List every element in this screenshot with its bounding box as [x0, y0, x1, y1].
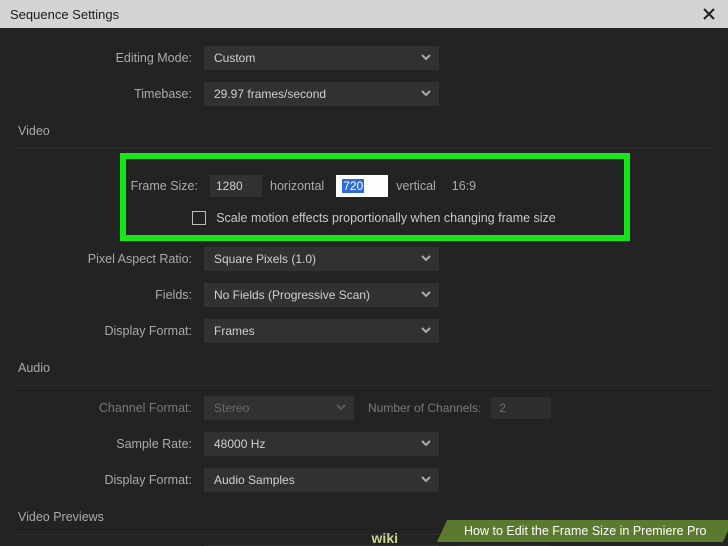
frame-width-input[interactable]: 1280 — [210, 175, 262, 197]
fields-value: No Fields (Progressive Scan) — [214, 288, 370, 302]
chevron-down-icon — [421, 252, 431, 266]
close-icon — [703, 8, 715, 20]
dialog-body: Editing Mode: Custom Timebase: 29.97 fra… — [0, 28, 728, 546]
watermark-text: How to Edit the Frame Size in Premiere P… — [464, 524, 706, 538]
fields-label: Fields: — [14, 288, 204, 302]
chevron-down-icon — [421, 473, 431, 487]
audio-display-format-row: Display Format: Audio Samples — [14, 468, 714, 492]
video-display-format-value: Frames — [214, 324, 255, 338]
audio-section-title: Audio — [18, 361, 714, 375]
audio-display-format-select[interactable]: Audio Samples — [204, 468, 439, 492]
timebase-select[interactable]: 29.97 frames/second — [204, 82, 439, 106]
frame-size-label: Frame Size: — [126, 179, 210, 193]
sequence-settings-window: Sequence Settings Editing Mode: Custom T… — [0, 0, 728, 546]
num-channels-label: Number of Channels: — [368, 401, 481, 415]
channel-format-label: Channel Format: — [14, 401, 204, 415]
scale-motion-label: Scale motion effects proportionally when… — [216, 211, 556, 225]
watermark-brand: wiki — [372, 530, 398, 546]
chevron-down-icon — [421, 87, 431, 101]
pixel-aspect-row: Pixel Aspect Ratio: Square Pixels (1.0) — [14, 247, 714, 271]
channel-format-row: Channel Format: Stereo Number of Channel… — [14, 396, 714, 420]
divider — [14, 148, 714, 149]
chevron-down-icon — [421, 51, 431, 65]
editing-mode-value: Custom — [214, 51, 255, 65]
scale-motion-row: Scale motion effects proportionally when… — [126, 211, 612, 225]
watermark: wiki How to Edit the Frame Size in Premi… — [442, 516, 728, 546]
video-display-format-label: Display Format: — [14, 324, 204, 338]
horizontal-label: horizontal — [270, 179, 324, 193]
close-button[interactable] — [700, 5, 718, 23]
titlebar: Sequence Settings — [0, 0, 728, 28]
scale-motion-checkbox[interactable] — [192, 211, 206, 225]
chevron-down-icon — [336, 401, 346, 415]
frame-size-row: Frame Size: 1280 horizontal 720 vertical… — [126, 175, 612, 197]
pixel-aspect-label: Pixel Aspect Ratio: — [14, 252, 204, 266]
editing-mode-label: Editing Mode: — [14, 51, 204, 65]
window-title: Sequence Settings — [10, 7, 119, 22]
editing-mode-select[interactable]: Custom — [204, 46, 439, 70]
audio-display-format-value: Audio Samples — [214, 473, 295, 487]
channel-format-value: Stereo — [214, 401, 249, 415]
chevron-down-icon — [421, 324, 431, 338]
pixel-aspect-select[interactable]: Square Pixels (1.0) — [204, 247, 439, 271]
video-display-format-select[interactable]: Frames — [204, 319, 439, 343]
editing-mode-row: Editing Mode: Custom — [14, 46, 714, 70]
num-channels-value: 2 — [491, 397, 551, 419]
pixel-aspect-value: Square Pixels (1.0) — [214, 252, 316, 266]
timebase-row: Timebase: 29.97 frames/second — [14, 82, 714, 106]
watermark-bar: How to Edit the Frame Size in Premiere P… — [436, 520, 728, 542]
vertical-label: vertical — [396, 179, 436, 193]
frame-size-highlight: Frame Size: 1280 horizontal 720 vertical… — [120, 153, 630, 241]
sample-rate-row: Sample Rate: 48000 Hz — [14, 432, 714, 456]
sample-rate-select[interactable]: 48000 Hz — [204, 432, 439, 456]
aspect-ratio-label: 16:9 — [452, 179, 476, 193]
timebase-label: Timebase: — [14, 87, 204, 101]
video-section-title: Video — [18, 124, 714, 138]
frame-height-input[interactable]: 720 — [336, 175, 388, 197]
fields-row: Fields: No Fields (Progressive Scan) — [14, 283, 714, 307]
audio-display-format-label: Display Format: — [14, 473, 204, 487]
divider — [14, 385, 714, 386]
video-display-format-row: Display Format: Frames — [14, 319, 714, 343]
fields-select[interactable]: No Fields (Progressive Scan) — [204, 283, 439, 307]
channel-format-select: Stereo — [204, 396, 354, 420]
chevron-down-icon — [421, 437, 431, 451]
sample-rate-value: 48000 Hz — [214, 437, 265, 451]
sample-rate-label: Sample Rate: — [14, 437, 204, 451]
chevron-down-icon — [421, 288, 431, 302]
timebase-value: 29.97 frames/second — [214, 87, 326, 101]
